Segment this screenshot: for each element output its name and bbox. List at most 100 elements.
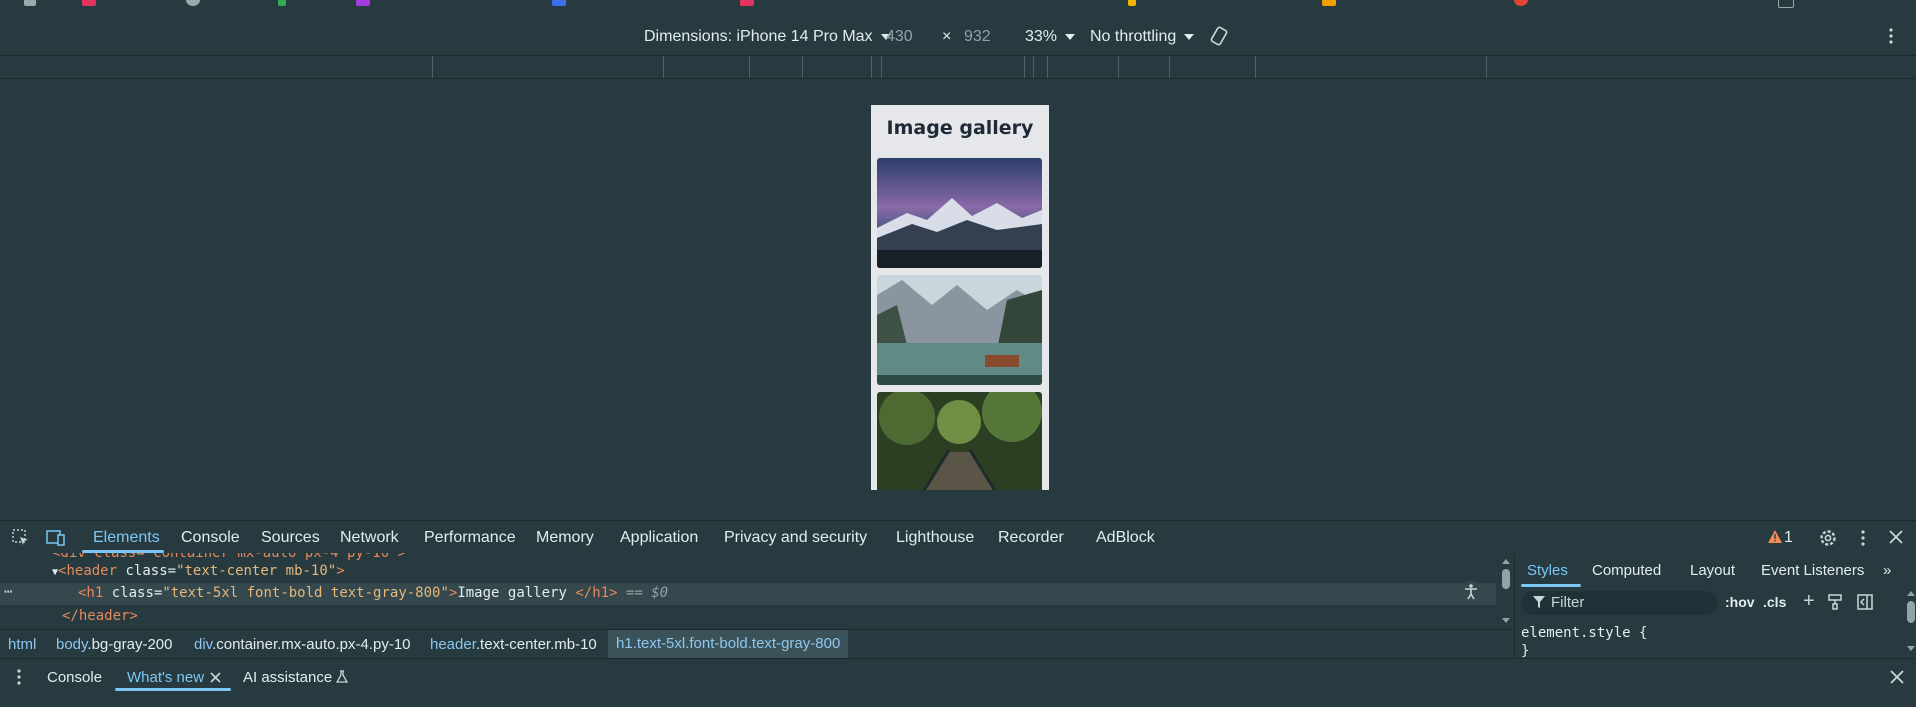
- height-input[interactable]: 932: [964, 28, 991, 46]
- dom-line-header-close[interactable]: </header>: [62, 608, 138, 624]
- tab-recorder[interactable]: Recorder: [998, 529, 1064, 547]
- throttling-label: No throttling: [1090, 28, 1177, 45]
- tab-styles[interactable]: Styles: [1527, 562, 1568, 579]
- media-query-ruler[interactable]: [0, 56, 1916, 79]
- rotate-icon[interactable]: [1208, 25, 1230, 52]
- paint-roller-icon[interactable]: [1827, 594, 1843, 614]
- attr-value: "text-center mb-10": [176, 563, 337, 579]
- bookmark-icon[interactable]: [1128, 0, 1136, 6]
- breadcrumb-h1[interactable]: h1.text-5xl.font-bold.text-gray-800: [608, 630, 849, 658]
- zoom-select[interactable]: 33%: [1025, 28, 1076, 46]
- dollar-zero-marker: == $0: [625, 585, 669, 601]
- dom-line-header-open[interactable]: ▼<header class="text-center mb-10">: [52, 563, 345, 579]
- breadcrumb-header[interactable]: header.text-center.mb-10: [430, 636, 597, 653]
- dom-line-div[interactable]: <div class="container mx-auto px-4 py-10…: [52, 553, 406, 561]
- inspect-element-icon[interactable]: [12, 529, 30, 551]
- breadcrumb-tag: h1: [616, 635, 633, 652]
- breadcrumb-body[interactable]: body.bg-gray-200: [56, 636, 172, 653]
- page-title: Image gallery: [886, 117, 1034, 139]
- close-tab-icon[interactable]: [210, 671, 221, 687]
- device-toolbar: Dimensions: iPhone 14 Pro Max 430 × 932 …: [0, 20, 1916, 56]
- device-toolbar-toggle-icon[interactable]: [46, 529, 66, 551]
- zoom-label: 33%: [1025, 28, 1058, 45]
- tab-lighthouse[interactable]: Lighthouse: [896, 529, 974, 547]
- closing-tag: </header>: [62, 608, 138, 624]
- filter-placeholder: Filter: [1551, 594, 1585, 611]
- attr-value: "text-5xl font-bold text-gray-800": [162, 585, 449, 601]
- hover-states-toggle[interactable]: :hov: [1725, 594, 1755, 610]
- close-icon[interactable]: [1889, 530, 1903, 548]
- gallery-image-forest-bridge[interactable]: [877, 392, 1042, 490]
- breadcrumb-tag: body: [56, 636, 88, 653]
- more-options-icon[interactable]: [1888, 26, 1894, 51]
- breadcrumb-class: .text-center.mb-10: [475, 636, 597, 653]
- bookmark-icon[interactable]: [1778, 0, 1794, 8]
- breadcrumb-class: .container.mx-auto.px-4.py-10: [212, 636, 411, 653]
- device-select[interactable]: Dimensions: iPhone 14 Pro Max: [644, 28, 891, 46]
- tag-name: <h1: [78, 585, 104, 601]
- more-tabs-icon[interactable]: »: [1883, 562, 1891, 579]
- settings-gear-icon[interactable]: [1818, 528, 1838, 552]
- device-select-label: Dimensions: iPhone 14 Pro Max: [644, 28, 873, 45]
- gallery-image-mountains-night[interactable]: [877, 158, 1042, 268]
- bookmark-icon[interactable]: [186, 0, 200, 6]
- bookmark-icon[interactable]: [552, 0, 566, 6]
- bookmark-icon[interactable]: [82, 0, 96, 6]
- tab-event-listeners[interactable]: Event Listeners: [1761, 562, 1864, 579]
- device-screen: Image gallery: [871, 105, 1049, 490]
- element-style-rule[interactable]: element.style {: [1521, 625, 1647, 641]
- sidebar-toggle-icon[interactable]: [1857, 594, 1873, 614]
- active-tab-indicator: [115, 688, 231, 691]
- breadcrumb-class: .bg-gray-200: [87, 636, 173, 653]
- tab-network[interactable]: Network: [340, 529, 399, 547]
- accessibility-tree-icon[interactable]: [1460, 581, 1482, 606]
- tab-application[interactable]: Application: [620, 529, 698, 547]
- styles-filter-input[interactable]: Filter: [1521, 591, 1717, 615]
- active-tab-indicator: [1521, 584, 1581, 587]
- breadcrumb-class: .text-5xl.font-bold.text-gray-800: [632, 635, 841, 652]
- throttling-select[interactable]: No throttling: [1090, 28, 1195, 46]
- bookmark-icon[interactable]: [356, 0, 370, 6]
- apps-icon[interactable]: [24, 0, 36, 6]
- dom-line-text: <div class="container mx-auto px-4 py-10…: [52, 553, 407, 561]
- attr-name: class=: [125, 563, 177, 579]
- warning-count[interactable]: 1: [1784, 529, 1793, 547]
- dom-breadcrumbs: html body.bg-gray-200 div.container.mx-a…: [0, 629, 1512, 658]
- times-symbol: ×: [942, 28, 952, 45]
- tab-computed[interactable]: Computed: [1592, 562, 1661, 579]
- warning-icon[interactable]: [1768, 530, 1782, 547]
- tab-performance[interactable]: Performance: [424, 529, 516, 547]
- tab-sources[interactable]: Sources: [261, 529, 320, 547]
- bookmark-icon[interactable]: [278, 0, 286, 6]
- breadcrumb-html[interactable]: html: [8, 636, 36, 653]
- closing-tag: </h1>: [575, 585, 618, 601]
- element-style-close: }: [1521, 643, 1530, 659]
- bookmark-icon[interactable]: [740, 0, 754, 6]
- styles-scrollbar[interactable]: [1905, 589, 1916, 661]
- gallery-image-lake-cabin[interactable]: [877, 275, 1042, 385]
- width-input[interactable]: 430: [886, 28, 913, 46]
- dom-line-h1[interactable]: <h1 class="text-5xl font-bold text-gray-…: [78, 585, 668, 601]
- bookmark-icon[interactable]: [1322, 0, 1336, 6]
- drawer-tab-whats-new[interactable]: What's new: [127, 669, 204, 686]
- more-options-icon[interactable]: [1860, 528, 1866, 552]
- close-drawer-icon[interactable]: [1890, 670, 1904, 688]
- tab-layout[interactable]: Layout: [1690, 562, 1735, 579]
- drawer-tab-console[interactable]: Console: [47, 669, 102, 686]
- vertical-scrollbar[interactable]: [1500, 557, 1512, 628]
- add-rule-icon[interactable]: +: [1803, 591, 1815, 611]
- tab-adblock[interactable]: AdBlock: [1096, 529, 1155, 547]
- tab-memory[interactable]: Memory: [536, 529, 594, 547]
- drawer-tab-ai-assistance[interactable]: AI assistance: [243, 669, 332, 686]
- drawer-menu-icon[interactable]: [16, 667, 22, 691]
- row-more-icon[interactable]: ⋯: [4, 584, 12, 600]
- devtools-drawer: Console What's new AI assistance: [0, 658, 1916, 707]
- bookmark-icon[interactable]: [1514, 0, 1528, 6]
- tab-console[interactable]: Console: [181, 529, 240, 547]
- devtools-tab-bar: Elements Console Sources Network Perform…: [0, 520, 1916, 554]
- tab-elements[interactable]: Elements: [93, 529, 160, 547]
- class-toggle[interactable]: .cls: [1763, 594, 1786, 610]
- breadcrumb-div[interactable]: div.container.mx-auto.px-4.py-10: [194, 636, 411, 653]
- tab-privacy-security[interactable]: Privacy and security: [724, 529, 867, 547]
- tag-close: >: [336, 563, 345, 579]
